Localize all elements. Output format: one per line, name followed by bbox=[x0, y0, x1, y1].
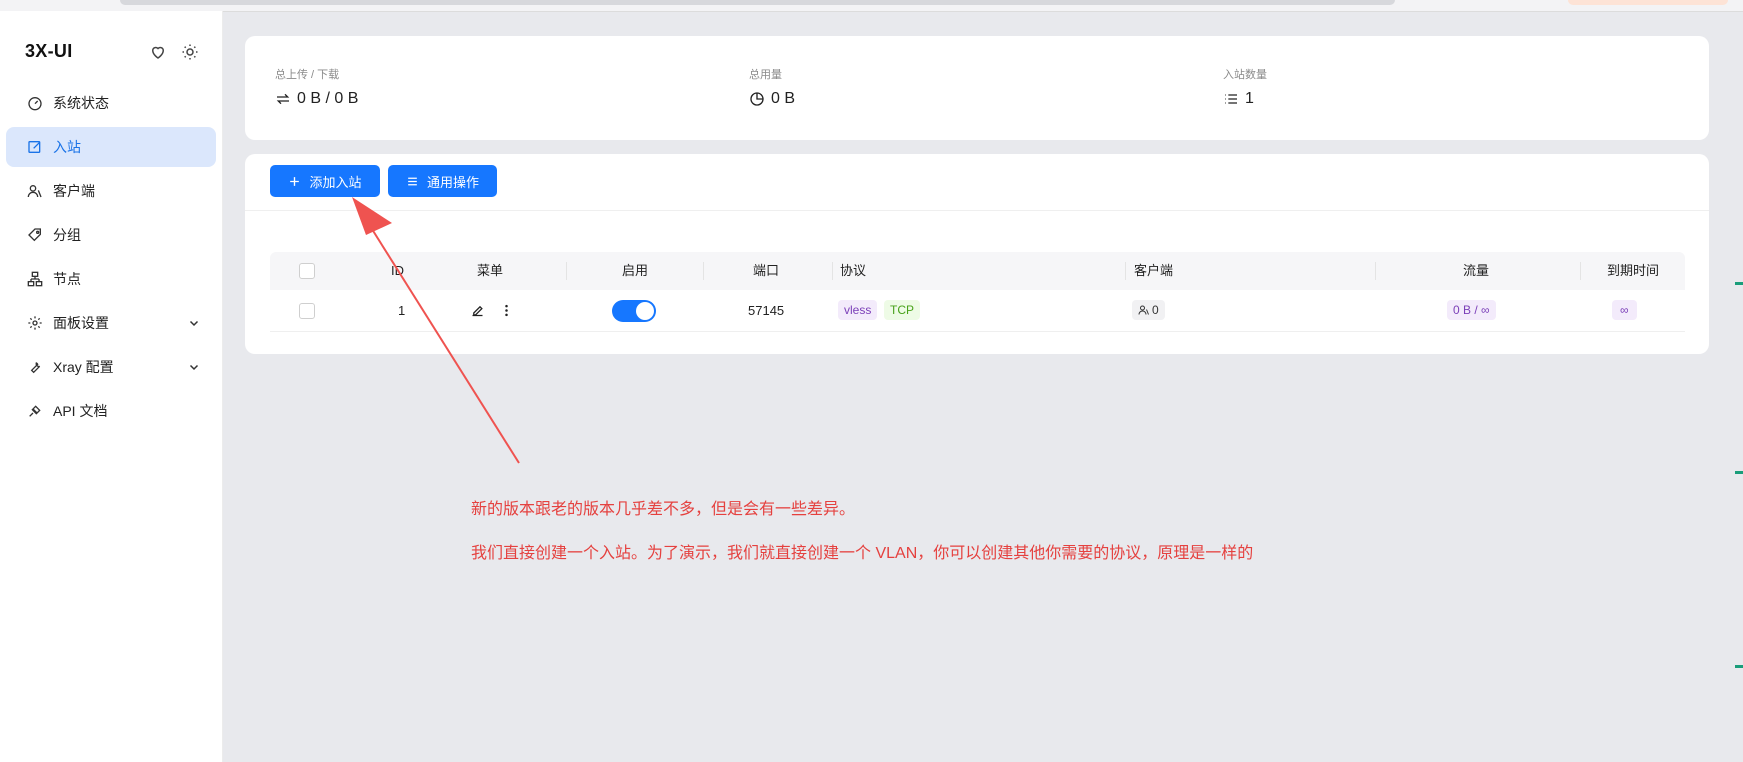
sidebar-item-label: 分组 bbox=[53, 227, 81, 243]
sun-icon[interactable] bbox=[181, 43, 199, 61]
dashboard-icon bbox=[28, 97, 42, 111]
column-separator bbox=[703, 262, 704, 280]
sidebar-item-label: API 文档 bbox=[53, 403, 108, 419]
clients-tag[interactable]: 0 bbox=[1132, 300, 1165, 320]
expiry-tag: ∞ bbox=[1612, 300, 1637, 320]
heart-icon[interactable] bbox=[149, 43, 167, 61]
sidebar-item-label: Xray 配置 bbox=[53, 359, 114, 375]
sidebar-item-label: 面板设置 bbox=[53, 315, 109, 331]
plus-icon bbox=[290, 176, 300, 186]
add-inbound-button[interactable]: 添加入站 bbox=[270, 165, 380, 197]
row-checkbox[interactable] bbox=[299, 303, 315, 319]
column-header-id[interactable]: ID bbox=[391, 252, 404, 290]
column-header-port[interactable]: 端口 bbox=[753, 252, 779, 290]
stats-card: 总上传 / 下载 0 B / 0 B 总用量 0 B 入站数量 1 bbox=[245, 36, 1709, 140]
cell-id: 1 bbox=[398, 303, 406, 318]
sidebar-item-label: 入站 bbox=[53, 139, 81, 155]
column-header-traffic[interactable]: 流量 bbox=[1463, 252, 1489, 290]
column-header-expiry[interactable]: 到期时间 bbox=[1607, 252, 1659, 290]
stat-value: 0 B / 0 B bbox=[297, 90, 359, 107]
browser-address-bar[interactable] bbox=[120, 0, 1395, 5]
edge-marker bbox=[1735, 471, 1743, 474]
stat-label: 总用量 bbox=[749, 69, 782, 81]
sidebar-item-xray-config[interactable]: Xray 配置 bbox=[6, 347, 216, 387]
edit-icon[interactable] bbox=[470, 303, 485, 318]
sidebar-item-label: 节点 bbox=[53, 271, 81, 287]
sidebar-item-inbounds[interactable]: 入站 bbox=[6, 127, 216, 167]
column-header-menu: 菜单 bbox=[477, 263, 504, 278]
stat-label: 总上传 / 下载 bbox=[275, 69, 340, 81]
table-row: 1 57145 vless TCP 0 0 B / ∞ ∞ bbox=[270, 290, 1685, 332]
api-icon bbox=[29, 405, 41, 417]
stat-upload-download: 总上传 / 下载 0 B / 0 B bbox=[275, 66, 358, 108]
swap-icon bbox=[276, 93, 290, 105]
column-separator bbox=[566, 262, 567, 280]
column-separator bbox=[1580, 262, 1581, 280]
pie-chart-icon bbox=[750, 92, 764, 106]
stat-value: 0 B bbox=[771, 90, 796, 107]
sidebar-item-panel-settings[interactable]: 面板设置 bbox=[6, 303, 216, 343]
edge-marker bbox=[1735, 282, 1743, 285]
column-separator bbox=[1125, 262, 1126, 280]
column-separator bbox=[832, 262, 833, 280]
edit-icon bbox=[28, 141, 41, 153]
sidebar-item-groups[interactable]: 分组 bbox=[6, 215, 216, 255]
stat-label: 入站数量 bbox=[1223, 69, 1267, 81]
button-label: 添加入站 bbox=[309, 174, 362, 190]
gear-icon bbox=[28, 316, 42, 330]
card-divider bbox=[245, 210, 1709, 211]
wrench-icon bbox=[30, 362, 41, 374]
protocol-tag: vless bbox=[838, 300, 878, 320]
select-all-checkbox[interactable] bbox=[299, 263, 315, 279]
column-header-enabled: 启用 bbox=[622, 263, 649, 278]
stat-value: 1 bbox=[1245, 90, 1254, 107]
general-actions-button[interactable]: 通用操作 bbox=[388, 165, 497, 197]
brand-logo: 3X-UI bbox=[25, 41, 73, 61]
sidebar-item-label: 系统状态 bbox=[53, 95, 109, 111]
column-header-protocol: 协议 bbox=[840, 263, 867, 278]
users-icon bbox=[27, 185, 42, 198]
sidebar-item-system-status[interactable]: 系统状态 bbox=[6, 83, 216, 123]
traffic-tag: 0 B / ∞ bbox=[1447, 300, 1496, 320]
stat-inbound-count: 入站数量 1 bbox=[1223, 66, 1267, 108]
transport-tag: TCP bbox=[884, 300, 920, 320]
browser-top-button[interactable] bbox=[1568, 0, 1728, 5]
chevron-down-icon[interactable] bbox=[188, 361, 200, 373]
cell-port: 57145 bbox=[748, 303, 785, 318]
sidebar: 3X-UI 系统状态 入站 客户端 分组 节点 面板设置 Xray 配置 API… bbox=[0, 11, 223, 762]
sidebar-item-api-docs[interactable]: API 文档 bbox=[6, 391, 216, 431]
sidebar-item-nodes[interactable]: 节点 bbox=[6, 259, 216, 299]
stat-total-usage: 总用量 0 B bbox=[749, 66, 795, 108]
more-vertical-icon[interactable] bbox=[499, 303, 514, 318]
table-header: ID 菜单 启用 端口 协议 客户端 流量 到期时间 bbox=[270, 252, 1685, 290]
annotation-text-line-2: 我们直接创建一个入站。为了演示，我们就直接创建一个 VLAN，你可以创建其他你需… bbox=[471, 545, 1254, 562]
list-icon bbox=[1225, 94, 1237, 104]
sidebar-nav: 系统状态 入站 客户端 分组 节点 面板设置 Xray 配置 API 文档 bbox=[6, 83, 216, 435]
menu-icon bbox=[408, 177, 417, 185]
chevron-down-icon[interactable] bbox=[188, 317, 200, 329]
tag-icon bbox=[28, 228, 41, 242]
sidebar-item-clients[interactable]: 客户端 bbox=[6, 171, 216, 211]
users-icon bbox=[1138, 305, 1149, 315]
button-label: 通用操作 bbox=[426, 174, 479, 190]
annotation-text-line-1: 新的版本跟老的版本几乎差不多，但是会有一些差异。 bbox=[471, 501, 856, 518]
column-header-clients: 客户端 bbox=[1134, 263, 1174, 278]
clients-count: 0 bbox=[1152, 303, 1159, 317]
inbounds-card: 添加入站 通用操作 ID 菜单 启用 端口 协议 客户端 流量 到期时间 1 5… bbox=[245, 154, 1709, 354]
enable-toggle[interactable] bbox=[612, 300, 656, 322]
cluster-icon bbox=[27, 271, 43, 287]
sidebar-item-label: 客户端 bbox=[53, 183, 95, 199]
edge-marker bbox=[1735, 665, 1743, 668]
column-separator bbox=[1375, 262, 1376, 280]
toggle-knob bbox=[636, 302, 654, 320]
